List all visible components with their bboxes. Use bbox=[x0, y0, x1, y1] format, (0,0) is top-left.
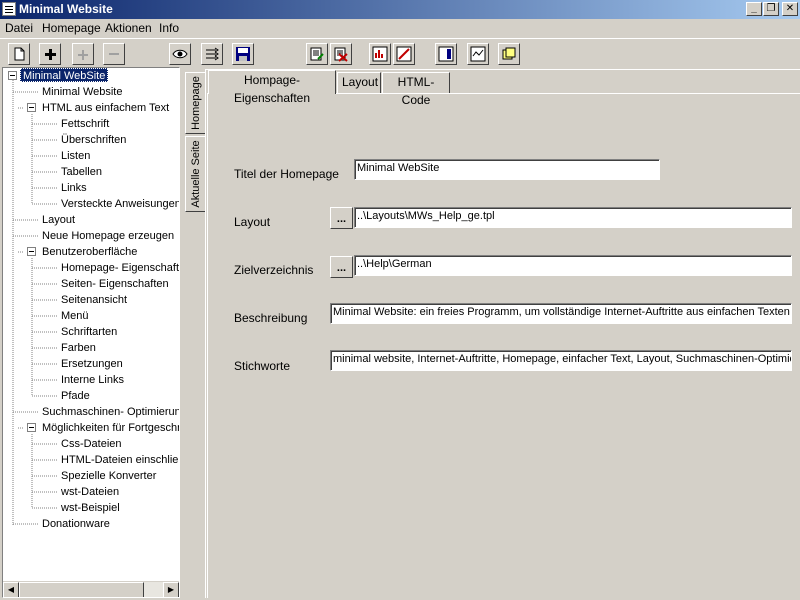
zielverzeichnis-browse-button[interactable]: ... bbox=[330, 256, 353, 278]
layout-label: Layout bbox=[234, 215, 271, 229]
tree-item[interactable]: Donationware bbox=[42, 517, 110, 531]
tab-label: Hompage-Eigenschaften bbox=[233, 73, 311, 105]
menu-bar: Datei Homepage Aktionen Info bbox=[0, 19, 800, 38]
tab-layout[interactable]: Layout bbox=[337, 72, 381, 93]
delete-page-icon bbox=[334, 47, 348, 62]
scroll-left-button[interactable]: ◀ bbox=[3, 582, 19, 597]
tree-item[interactable]: Links bbox=[61, 181, 87, 195]
menu-datei[interactable]: Datei bbox=[5, 21, 33, 35]
beschreibung-label: Beschreibung bbox=[234, 311, 308, 325]
edit-page-icon bbox=[310, 47, 324, 61]
tree-item[interactable]: Layout bbox=[42, 213, 75, 227]
tree-item[interactable]: HTML-Dateien einschließen bbox=[61, 453, 179, 467]
close-button[interactable]: ✕ bbox=[782, 2, 798, 16]
design-button[interactable] bbox=[393, 43, 415, 65]
beschreibung-input[interactable]: Minimal Website: ein freies Programm, um… bbox=[330, 303, 792, 324]
expand-toggle-root[interactable] bbox=[8, 71, 17, 80]
tree-item[interactable]: Farben bbox=[61, 341, 96, 355]
tree-item[interactable]: Minimal Website bbox=[42, 85, 123, 99]
eye-icon bbox=[172, 49, 188, 59]
tree-item[interactable]: Homepage- Eigenschaften bbox=[61, 261, 179, 275]
tree-horizontal-scrollbar[interactable]: ◀ ▶ bbox=[3, 581, 179, 597]
tree-item[interactable]: Spezielle Konverter bbox=[61, 469, 156, 483]
tab-homepage-eigenschaften[interactable]: Hompage-Eigenschaften bbox=[208, 70, 336, 105]
window-icon bbox=[438, 46, 454, 62]
minus-disabled-icon bbox=[109, 53, 119, 55]
tree-item[interactable]: Versteckte Anweisungen bbox=[61, 197, 179, 211]
edit-page-button[interactable] bbox=[306, 43, 328, 65]
tree-item[interactable]: Seiten- Eigenschaften bbox=[61, 277, 169, 291]
window-title: Minimal Website bbox=[19, 2, 113, 16]
expand-toggle-fortgeschritten[interactable] bbox=[27, 423, 36, 432]
outline-button[interactable] bbox=[201, 43, 223, 65]
plus-icon bbox=[45, 49, 56, 60]
tab-homepage[interactable]: Homepage bbox=[185, 72, 205, 134]
tree-item[interactable]: Listen bbox=[61, 149, 90, 163]
zielverzeichnis-label: Zielverzeichnis bbox=[234, 263, 314, 277]
outline-icon bbox=[206, 47, 219, 61]
tree-item[interactable]: Suchmaschinen- Optimierung bbox=[42, 405, 179, 419]
tab-aktuelle-seite[interactable]: Aktuelle Seite bbox=[185, 136, 205, 212]
tree-item[interactable]: Neue Homepage erzeugen bbox=[42, 229, 174, 243]
menu-homepage[interactable]: Homepage bbox=[42, 21, 101, 35]
tree-item[interactable]: HTML aus einfachem Text bbox=[42, 101, 169, 115]
tab-homepage-label: Homepage bbox=[189, 76, 202, 130]
stichworte-input[interactable]: minimal website, Internet-Auftritte, Hom… bbox=[330, 350, 792, 371]
window-button[interactable] bbox=[435, 43, 457, 65]
tree-item[interactable]: Ersetzungen bbox=[61, 357, 123, 371]
save-button[interactable] bbox=[232, 43, 254, 65]
tree-item[interactable]: Tabellen bbox=[61, 165, 102, 179]
menu-info[interactable]: Info bbox=[159, 21, 179, 35]
tree-item[interactable]: Benutzeroberfläche bbox=[42, 245, 137, 259]
layout-browse-button[interactable]: ... bbox=[330, 207, 353, 229]
titel-label: Titel der Homepage bbox=[234, 167, 339, 181]
expand-toggle-benutzer[interactable] bbox=[27, 247, 36, 256]
tree-item[interactable]: Schriftarten bbox=[61, 325, 117, 339]
stichworte-label: Stichworte bbox=[234, 359, 291, 373]
maximize-button[interactable]: ❐ bbox=[763, 2, 779, 16]
tree-item[interactable]: Pfade bbox=[61, 389, 90, 403]
preview-button[interactable] bbox=[467, 43, 489, 65]
title-bar: Minimal Website _ ❐ ✕ bbox=[0, 0, 800, 19]
remove-button[interactable] bbox=[103, 43, 125, 65]
view-button[interactable] bbox=[169, 43, 191, 65]
tab-aktuelle-seite-label: Aktuelle Seite bbox=[189, 140, 202, 208]
menu-aktionen[interactable]: Aktionen bbox=[105, 21, 152, 35]
tree-item[interactable]: Menü bbox=[61, 309, 89, 323]
scroll-thumb[interactable] bbox=[19, 582, 144, 597]
tree-item[interactable]: Seitenansicht bbox=[61, 293, 127, 307]
copy-button[interactable] bbox=[498, 43, 520, 65]
new-page-icon bbox=[14, 47, 25, 61]
tree-item[interactable]: Fettschrift bbox=[61, 117, 109, 131]
minimize-button[interactable]: _ bbox=[746, 2, 762, 16]
new-page-button[interactable] bbox=[8, 43, 30, 65]
expand-toggle-html[interactable] bbox=[27, 103, 36, 112]
titel-input[interactable]: Minimal WebSite bbox=[354, 159, 660, 180]
add-button[interactable] bbox=[39, 43, 61, 65]
tree-item[interactable]: Interne Links bbox=[61, 373, 124, 387]
tree-item[interactable]: Css-Dateien bbox=[61, 437, 122, 451]
toolbar bbox=[0, 38, 800, 68]
tree-item[interactable]: wst-Dateien bbox=[61, 485, 119, 499]
add-child-button[interactable] bbox=[72, 43, 94, 65]
layout-button[interactable] bbox=[369, 43, 391, 65]
tab-html-code[interactable]: HTML-Code bbox=[382, 72, 450, 107]
scroll-right-button[interactable]: ▶ bbox=[163, 582, 179, 597]
plus-disabled-icon bbox=[78, 50, 88, 60]
app-icon bbox=[2, 2, 16, 16]
chart-icon bbox=[372, 46, 388, 62]
copy-icon bbox=[502, 47, 516, 60]
tree-item[interactable]: Möglichkeiten für Fortgeschrittene bbox=[42, 421, 179, 435]
layout-input[interactable]: ..\Layouts\MWs_Help_ge.tpl bbox=[354, 207, 792, 228]
save-icon bbox=[236, 47, 250, 61]
tree-item[interactable]: wst-Beispiel bbox=[61, 501, 120, 515]
tree-item[interactable]: Überschriften bbox=[61, 133, 126, 147]
pen-icon bbox=[396, 46, 412, 62]
delete-page-button[interactable] bbox=[330, 43, 352, 65]
preview-icon bbox=[470, 46, 486, 62]
tree-item-root[interactable]: Minimal WebSite bbox=[20, 68, 109, 82]
page-tree[interactable]: Minimal WebSite Minimal Website HTML aus… bbox=[2, 67, 180, 598]
zielverzeichnis-input[interactable]: ..\Help\German bbox=[354, 255, 792, 276]
tab-label: Layout bbox=[342, 75, 379, 89]
